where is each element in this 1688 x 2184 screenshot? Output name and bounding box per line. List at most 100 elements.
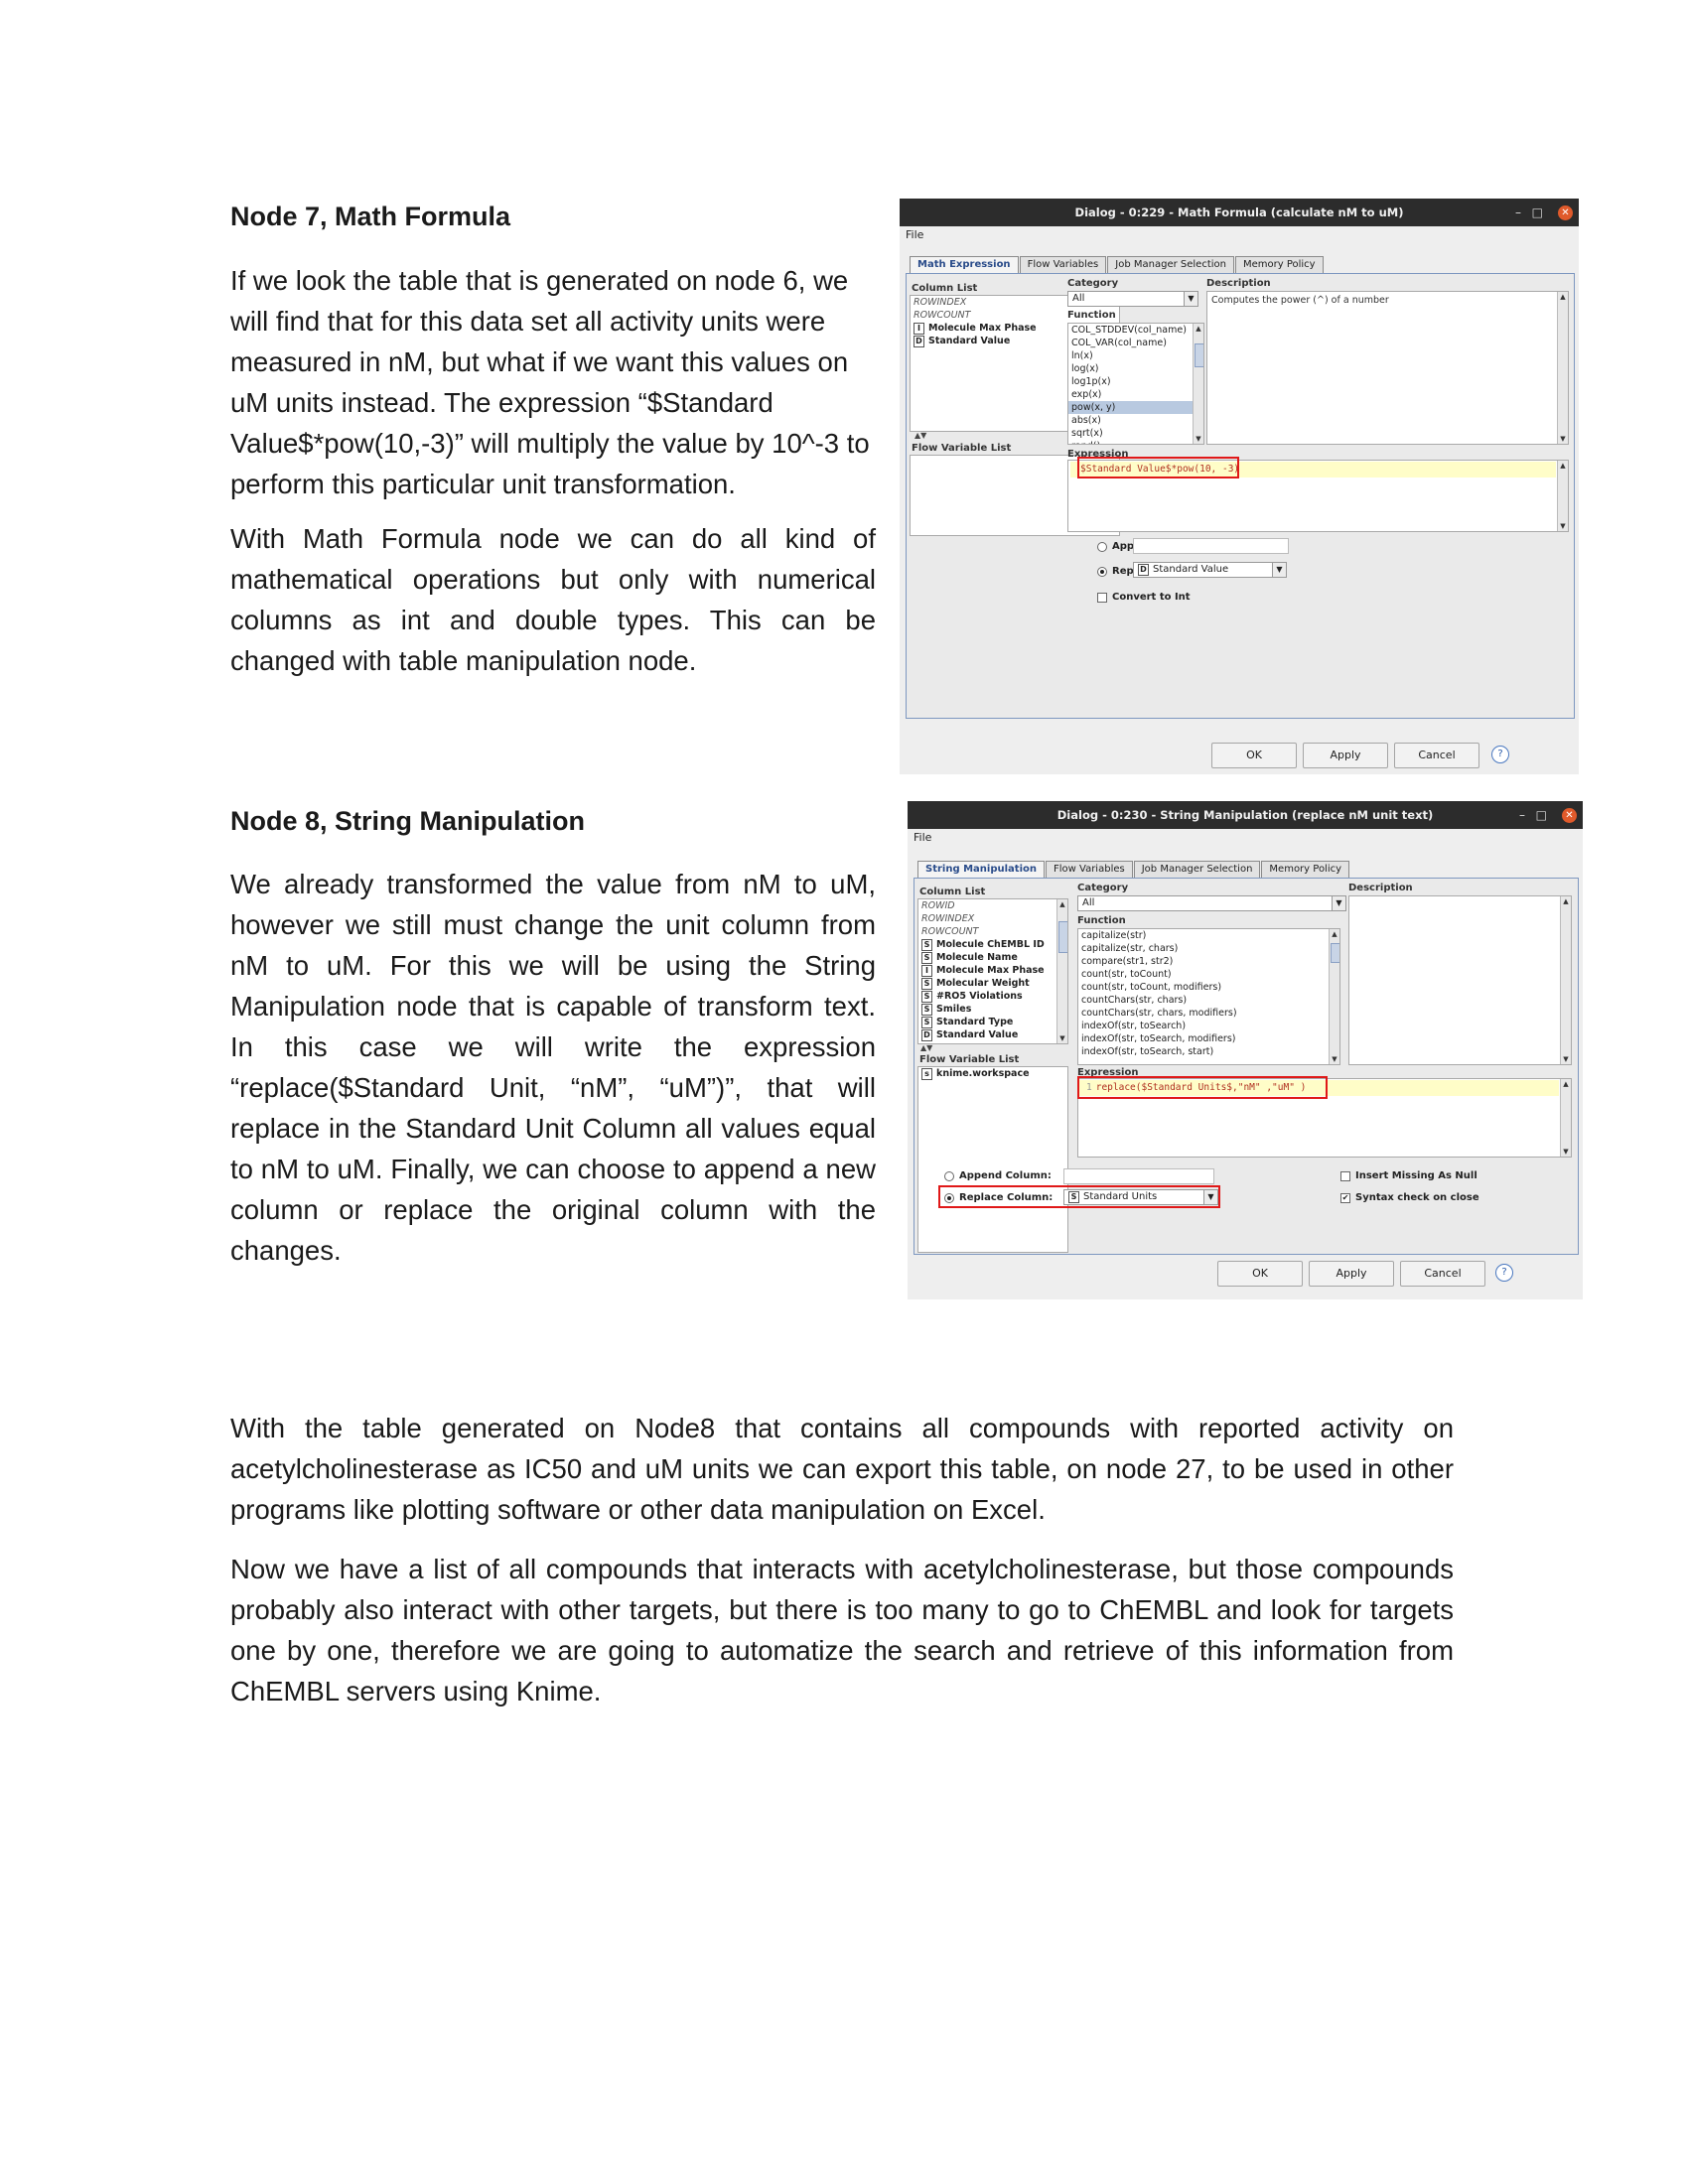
- scroll-up-icon[interactable]: ▲: [1194, 324, 1203, 334]
- function-item[interactable]: exp(x): [1068, 388, 1203, 401]
- close-icon[interactable]: ✕: [1558, 205, 1573, 220]
- scroll-thumb[interactable]: [1331, 943, 1339, 963]
- function-scrollbar[interactable]: ▲ ▼: [1193, 324, 1203, 444]
- scroll-down-icon[interactable]: ▼: [1558, 434, 1568, 444]
- function-scrollbar[interactable]: ▲ ▼: [1329, 929, 1339, 1064]
- column-item[interactable]: S #RO5 Violations: [918, 990, 1067, 1003]
- scroll-up-icon[interactable]: ▲: [1561, 1079, 1571, 1089]
- function-item[interactable]: count(str, toCount): [1078, 968, 1339, 981]
- function-item[interactable]: count(str, toCount, modifiers): [1078, 981, 1339, 994]
- function-item[interactable]: countChars(str, chars, modifiers): [1078, 1007, 1339, 1020]
- maximize-icon[interactable]: □: [1532, 199, 1543, 226]
- scroll-up-icon[interactable]: ▲: [1558, 461, 1568, 471]
- column-item[interactable]: ROWINDEX: [918, 912, 1067, 925]
- scroll-up-icon[interactable]: ▲: [1561, 896, 1571, 906]
- help-icon[interactable]: ?: [1491, 746, 1509, 763]
- splitter-handle[interactable]: ▲▼: [914, 431, 926, 440]
- scroll-down-icon[interactable]: ▼: [1561, 1147, 1571, 1157]
- expression-scrollbar[interactable]: ▲ ▼: [1560, 1079, 1571, 1157]
- minimize-icon[interactable]: –: [1519, 801, 1525, 829]
- function-item[interactable]: ln(x): [1068, 349, 1203, 362]
- string-manipulation-dialog: Dialog - 0:230 - String Manipulation (re…: [908, 801, 1583, 1299]
- tab-job-manager[interactable]: Job Manager Selection: [1107, 256, 1234, 273]
- maximize-icon[interactable]: □: [1536, 801, 1547, 829]
- function-item[interactable]: indexOf(str, toSearch): [1078, 1020, 1339, 1032]
- append-column-radio[interactable]: Append Column:: [944, 1170, 1052, 1181]
- tab-math-expression[interactable]: Math Expression: [910, 256, 1019, 273]
- checkbox-icon: [1097, 592, 1107, 603]
- column-list-scrollbar[interactable]: ▲ ▼: [1056, 899, 1067, 1043]
- expression-scrollbar[interactable]: ▲ ▼: [1557, 461, 1568, 531]
- function-item[interactable]: indexOf(str, toSearch, modifiers): [1078, 1032, 1339, 1045]
- tab-memory-policy[interactable]: Memory Policy: [1234, 256, 1324, 273]
- category-select[interactable]: All ▼: [1067, 291, 1198, 307]
- syntax-check-checkbox[interactable]: ✔ Syntax check on close: [1340, 1192, 1479, 1203]
- function-item[interactable]: pow(x, y): [1068, 401, 1203, 414]
- cancel-button[interactable]: Cancel: [1394, 743, 1479, 768]
- tab-flow-variables[interactable]: Flow Variables: [1046, 861, 1133, 878]
- apply-button[interactable]: Apply: [1303, 743, 1388, 768]
- function-item[interactable]: capitalize(str, chars): [1078, 942, 1339, 955]
- flow-variable-item[interactable]: s knime.workspace: [918, 1067, 1067, 1080]
- tab-string-manipulation[interactable]: String Manipulation: [917, 861, 1045, 878]
- description-scrollbar[interactable]: ▲ ▼: [1560, 896, 1571, 1064]
- column-item[interactable]: S Molecule Name: [918, 951, 1067, 964]
- column-item[interactable]: ROWID: [918, 899, 1067, 912]
- file-menu[interactable]: File: [906, 228, 923, 241]
- function-item[interactable]: COL_VAR(col_name): [1068, 337, 1203, 349]
- close-icon[interactable]: ✕: [1562, 808, 1577, 823]
- function-item[interactable]: indexOf(str, toSearch, start): [1078, 1045, 1339, 1058]
- column-item[interactable]: S Standard Type: [918, 1016, 1067, 1028]
- ok-button[interactable]: OK: [1217, 1261, 1303, 1287]
- double-type-icon: D: [914, 336, 924, 347]
- scroll-thumb[interactable]: [1195, 343, 1203, 367]
- scroll-up-icon[interactable]: ▲: [1330, 929, 1339, 939]
- description-scrollbar[interactable]: ▲ ▼: [1557, 292, 1568, 444]
- chevron-down-icon[interactable]: ▼: [1184, 292, 1197, 306]
- minimize-icon[interactable]: –: [1515, 199, 1521, 226]
- append-column-input[interactable]: [1063, 1168, 1214, 1184]
- splitter-handle[interactable]: ▲▼: [920, 1043, 932, 1052]
- cancel-button[interactable]: Cancel: [1400, 1261, 1485, 1287]
- column-item[interactable]: S Molecule ChEMBL ID: [918, 938, 1067, 951]
- category-select[interactable]: All ▼: [1077, 895, 1346, 911]
- chevron-down-icon[interactable]: ▼: [1272, 563, 1286, 577]
- column-item[interactable]: ROWCOUNT: [918, 925, 1067, 938]
- column-item[interactable]: S Smiles: [918, 1003, 1067, 1016]
- function-item[interactable]: log1p(x): [1068, 375, 1203, 388]
- function-item[interactable]: abs(x): [1068, 414, 1203, 427]
- tab-job-manager[interactable]: Job Manager Selection: [1133, 861, 1261, 878]
- scroll-down-icon[interactable]: ▼: [1561, 1054, 1571, 1064]
- append-column-input[interactable]: [1133, 538, 1289, 554]
- column-item[interactable]: S Molecular Weight: [918, 977, 1067, 990]
- category-label: Category: [1077, 883, 1129, 893]
- tab-memory-policy[interactable]: Memory Policy: [1261, 861, 1350, 878]
- column-item[interactable]: I Molecule Max Phase: [918, 964, 1067, 977]
- function-item[interactable]: COL_STDDEV(col_name): [1068, 324, 1203, 337]
- function-item[interactable]: compare(str1, str2): [1078, 955, 1339, 968]
- function-item[interactable]: countChars(str, chars): [1078, 994, 1339, 1007]
- scroll-up-icon[interactable]: ▲: [1057, 899, 1067, 909]
- replace-column-select[interactable]: D Standard Value ▼: [1133, 562, 1287, 578]
- convert-to-int-checkbox[interactable]: Convert to Int: [1097, 592, 1191, 603]
- help-icon[interactable]: ?: [1495, 1264, 1513, 1282]
- scroll-down-icon[interactable]: ▼: [1057, 1033, 1067, 1043]
- scroll-down-icon[interactable]: ▼: [1558, 521, 1568, 531]
- apply-button[interactable]: Apply: [1309, 1261, 1394, 1287]
- scroll-down-icon[interactable]: ▼: [1330, 1054, 1339, 1064]
- ok-button[interactable]: OK: [1211, 743, 1297, 768]
- function-item[interactable]: log(x): [1068, 362, 1203, 375]
- insert-missing-as-null-checkbox[interactable]: Insert Missing As Null: [1340, 1170, 1477, 1181]
- function-item[interactable]: sqrt(x): [1068, 427, 1203, 440]
- file-menu[interactable]: File: [914, 831, 931, 844]
- function-item[interactable]: capitalize(str): [1078, 929, 1339, 942]
- scroll-thumb[interactable]: [1058, 921, 1067, 953]
- int-type-icon: I: [914, 323, 924, 335]
- chevron-down-icon[interactable]: ▼: [1332, 896, 1345, 910]
- scroll-down-icon[interactable]: ▼: [1194, 434, 1203, 444]
- tab-flow-variables[interactable]: Flow Variables: [1019, 256, 1107, 273]
- column-item[interactable]: D Standard Value: [918, 1028, 1067, 1041]
- dialog-tabs: Math Expression Flow Variables Job Manag…: [910, 256, 1325, 273]
- scroll-up-icon[interactable]: ▲: [1558, 292, 1568, 302]
- function-item[interactable]: rand(): [1068, 440, 1203, 444]
